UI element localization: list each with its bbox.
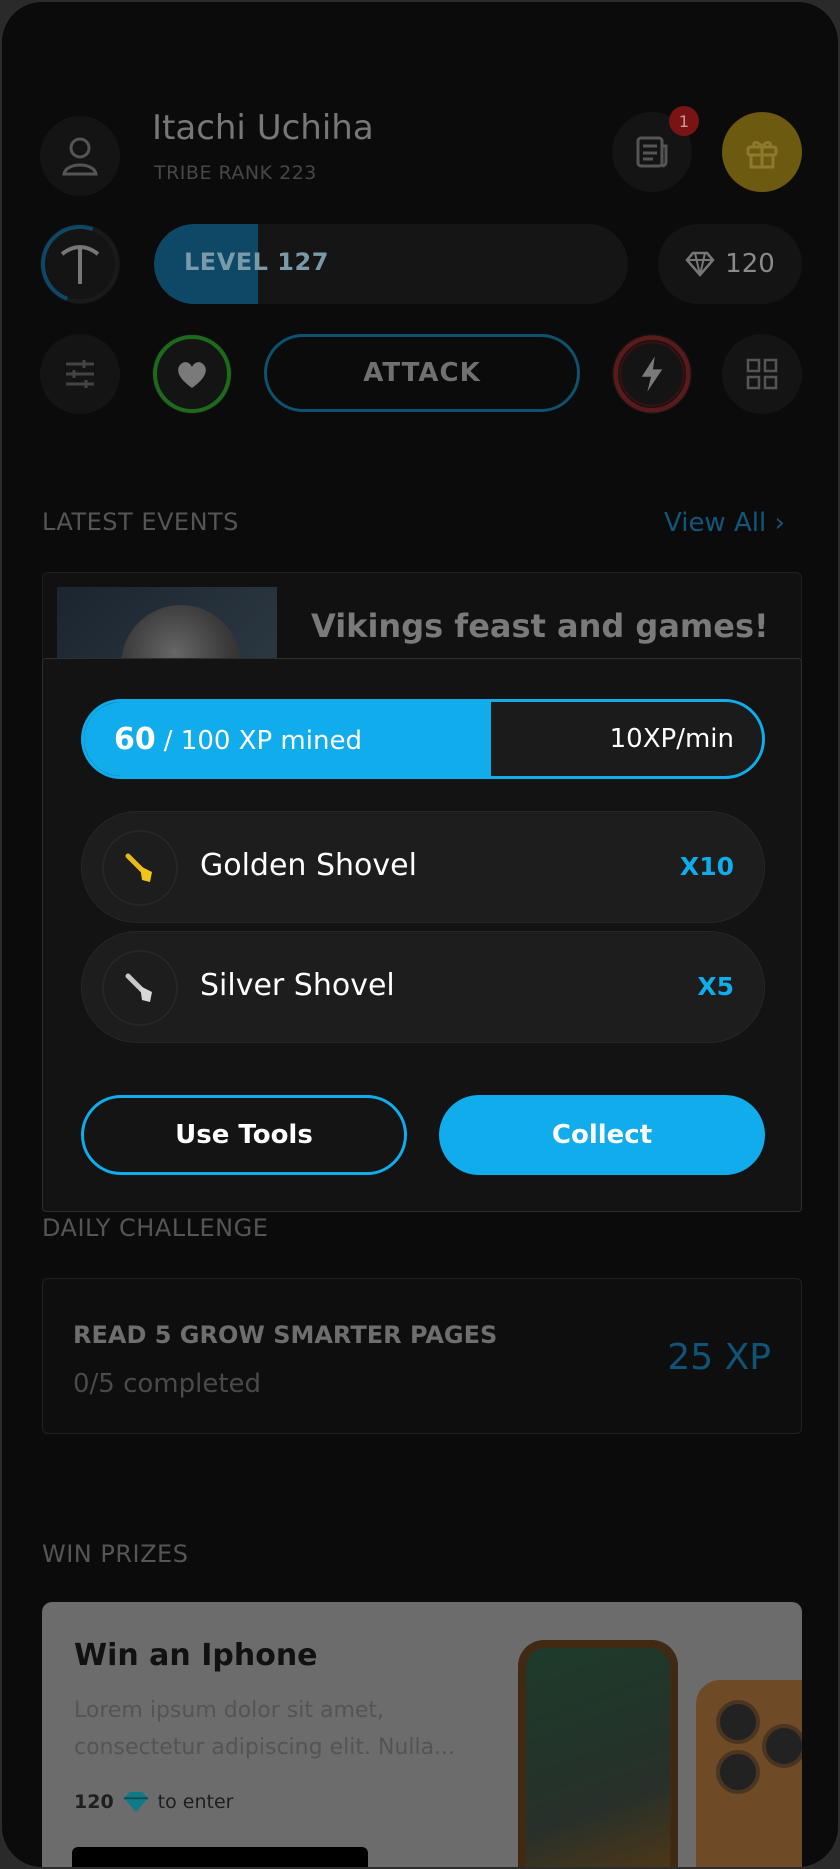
tool-row-silver-shovel[interactable]: Silver Shovel X5	[81, 931, 765, 1043]
level-progress-bar: LEVEL 127	[154, 224, 628, 304]
challenge-title: READ 5 GROW SMARTER PAGES	[73, 1321, 498, 1349]
tool-count: X5	[697, 972, 734, 1001]
sliders-icon	[66, 360, 94, 388]
prize-card[interactable]: Win an Iphone Lorem ipsum dolor sit amet…	[42, 1602, 802, 1867]
gift-button[interactable]	[722, 112, 802, 192]
diamond-icon	[685, 251, 715, 277]
tribe-rank: TRIBE RANK 223	[154, 162, 317, 184]
heart-icon	[153, 335, 231, 413]
mining-ring[interactable]	[40, 224, 120, 304]
collect-button[interactable]: Collect	[439, 1095, 765, 1175]
view-all-label: View All	[664, 508, 767, 538]
latest-events-title: LATEST EVENTS	[42, 508, 239, 536]
filters-button[interactable]	[40, 334, 120, 414]
daily-challenge-title: DAILY CHALLENGE	[42, 1214, 269, 1242]
xp-mined-text: 60 / 100 XP mined	[114, 722, 362, 757]
tool-count: X10	[679, 852, 734, 881]
iphone-front-image	[518, 1640, 678, 1867]
golden-shovel-icon	[102, 830, 178, 906]
enter-prize-button[interactable]	[72, 1847, 368, 1867]
tool-name: Silver Shovel	[200, 968, 395, 1003]
avatar[interactable]	[40, 116, 120, 196]
user-name: Itachi Uchiha	[152, 108, 374, 148]
xp-total: / 100 XP mined	[163, 726, 362, 756]
challenge-card[interactable]: READ 5 GROW SMARTER PAGES 0/5 completed …	[42, 1278, 802, 1434]
health-button[interactable]	[152, 334, 232, 414]
challenge-reward: 25 XP	[667, 1337, 771, 1378]
tool-name: Golden Shovel	[200, 848, 417, 883]
silver-shovel-icon	[102, 950, 178, 1026]
app-screen: Itachi Uchiha TRIBE RANK 223 1 LEVEL 127…	[0, 0, 840, 1869]
gift-icon	[746, 140, 778, 169]
xp-progress-bar: 60 / 100 XP mined 10XP/min	[81, 699, 765, 779]
newspaper-icon	[636, 136, 668, 168]
xp-rate: 10XP/min	[609, 724, 734, 754]
prize-description: Lorem ipsum dolor sit amet, consectetur …	[74, 1698, 456, 1760]
level-label: LEVEL 127	[184, 248, 329, 276]
user-icon	[62, 137, 98, 176]
pickaxe-icon	[41, 225, 119, 303]
use-tools-button[interactable]: Use Tools	[81, 1095, 407, 1175]
lightning-icon	[613, 335, 691, 413]
boost-button[interactable]	[612, 334, 692, 414]
prize-cost: 120 to enter	[74, 1790, 233, 1814]
prize-title: Win an Iphone	[74, 1638, 318, 1673]
notification-badge: 1	[669, 106, 699, 136]
tool-row-golden-shovel[interactable]: Golden Shovel X10	[81, 811, 765, 923]
chevron-right-icon: ›	[774, 508, 785, 538]
gems-count: 120	[725, 249, 775, 279]
gems-balance[interactable]: 120	[658, 224, 802, 304]
mining-modal: 60 / 100 XP mined 10XP/min Golden Shovel…	[42, 658, 802, 1212]
diamond-icon	[123, 1791, 148, 1813]
iphone-back-image	[696, 1680, 802, 1867]
menu-grid-button[interactable]	[722, 334, 802, 414]
xp-current: 60	[114, 722, 156, 757]
grid-icon	[746, 358, 778, 390]
attack-button[interactable]: ATTACK	[264, 334, 580, 412]
view-all-link[interactable]: View All ›	[664, 508, 785, 538]
prize-cost-value: 120	[74, 1791, 114, 1813]
prize-cost-suffix: to enter	[157, 1791, 234, 1813]
win-prizes-title: WIN PRIZES	[42, 1540, 189, 1568]
event-title: Vikings feast and games!	[311, 607, 769, 645]
challenge-progress: 0/5 completed	[73, 1369, 262, 1399]
